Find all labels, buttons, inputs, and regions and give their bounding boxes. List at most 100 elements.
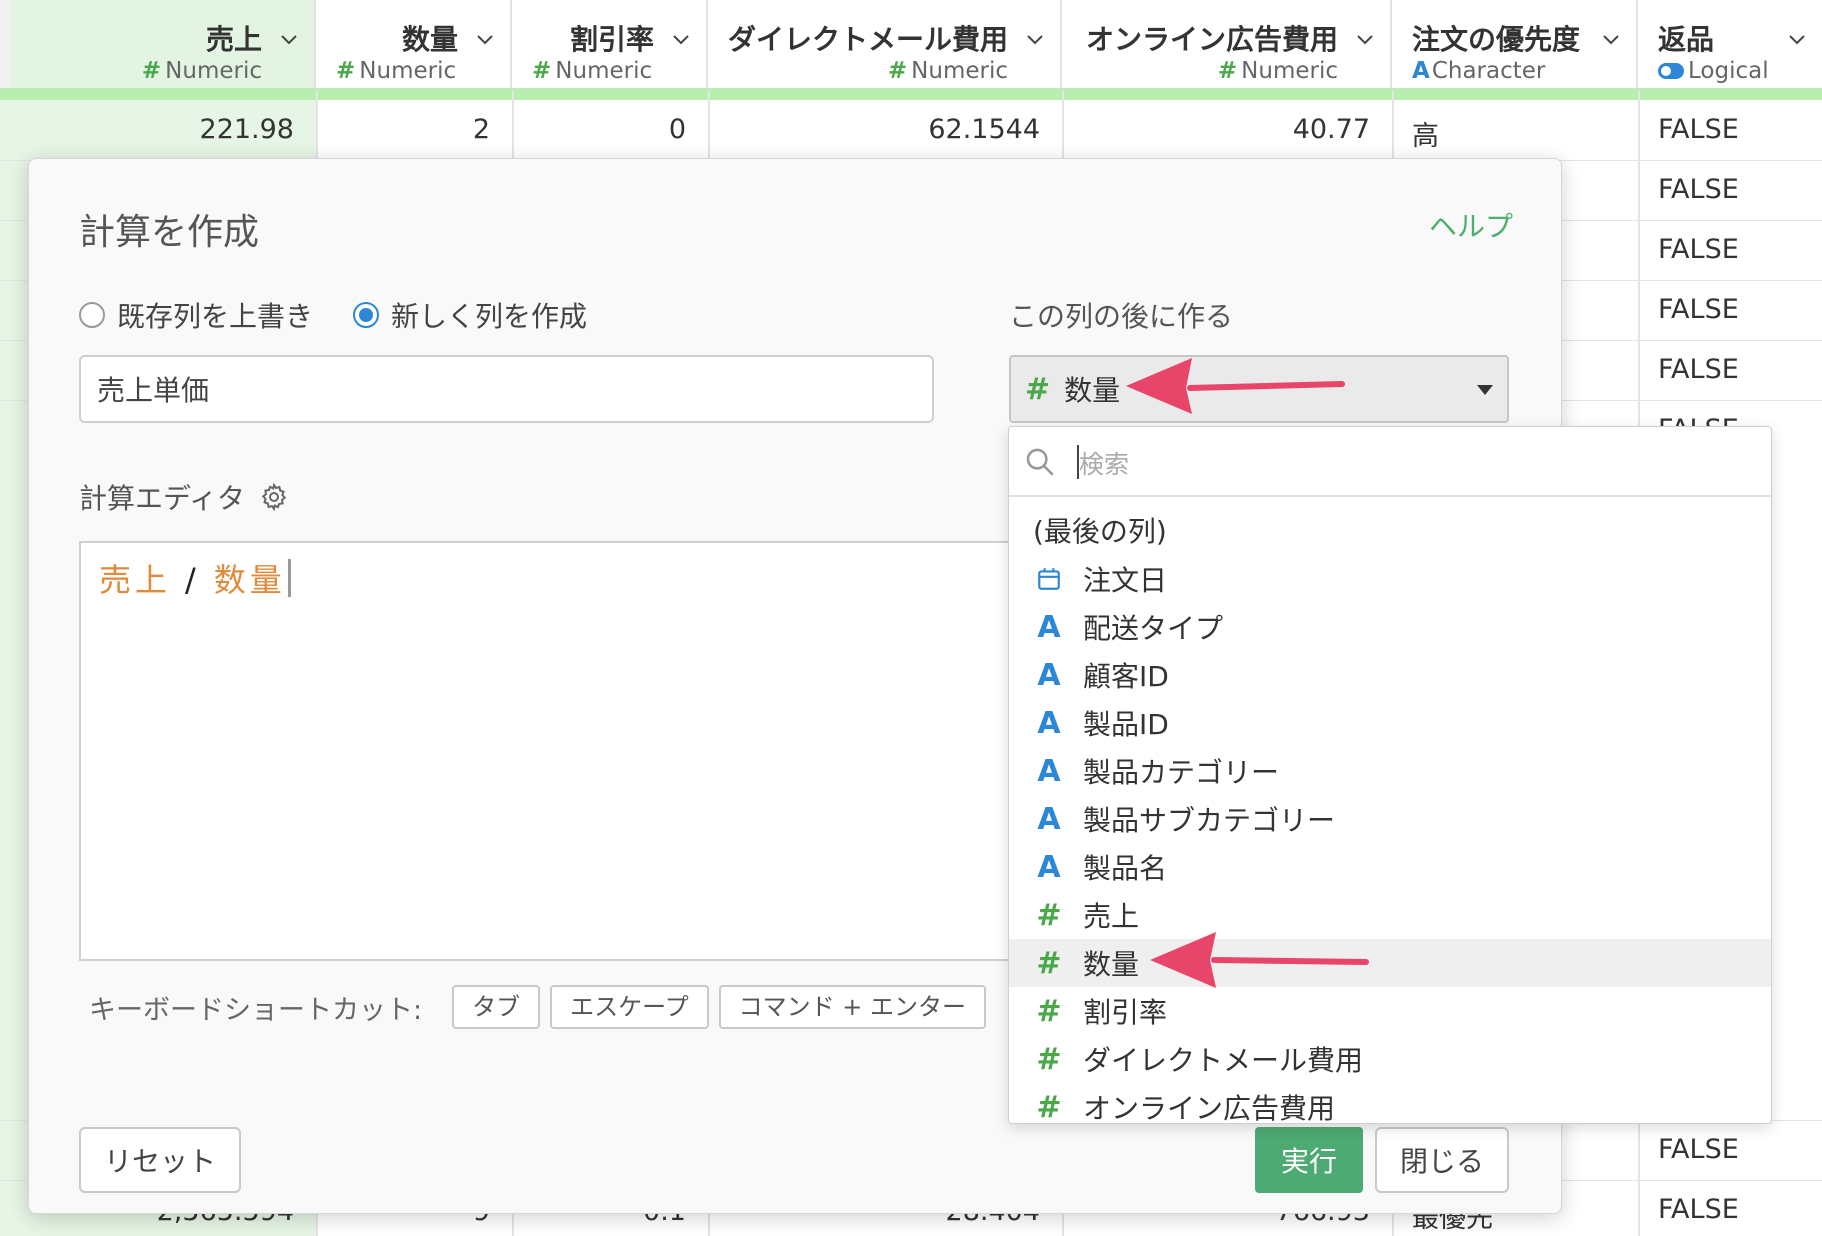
option-product-category[interactable]: A 製品カテゴリー <box>1009 747 1771 795</box>
column-option-list: (最後の列) 注文日 A 配送タイプ A 顧客ID A 製品ID A 製品カテゴ… <box>1009 505 1771 1124</box>
numeric-icon: # <box>1036 945 1062 981</box>
numeric-icon: # <box>141 58 162 84</box>
character-icon: A <box>1037 801 1061 837</box>
dropdown-caret-icon <box>1477 385 1493 395</box>
table-cell[interactable]: 0 <box>540 114 686 145</box>
character-icon: A <box>1037 657 1061 693</box>
chevron-down-icon[interactable] <box>1788 30 1806 48</box>
option-online-ad-cost[interactable]: # オンライン広告費用 <box>1009 1083 1771 1124</box>
column-name: 数量 <box>401 23 458 56</box>
table-cell[interactable]: 221.98 <box>100 114 294 145</box>
reset-button[interactable]: リセット <box>79 1127 241 1193</box>
table-cell[interactable]: 高 <box>1412 114 1439 153</box>
numeric-icon: # <box>1036 1041 1062 1077</box>
character-icon: A <box>1037 849 1061 885</box>
radio-new-column[interactable] <box>353 302 380 328</box>
chevron-down-icon[interactable] <box>672 30 690 48</box>
search-icon <box>1026 448 1054 476</box>
gear-icon[interactable] <box>259 482 289 512</box>
table-cell[interactable]: 40.77 <box>1100 114 1370 145</box>
close-button[interactable]: 閉じる <box>1375 1127 1509 1193</box>
insert-after-label: この列の後に作る <box>1009 300 1234 333</box>
column-type: # Numeric <box>1217 58 1338 84</box>
help-link[interactable]: ヘルプ <box>1429 205 1513 245</box>
option-dm-cost[interactable]: # ダイレクトメール費用 <box>1009 1035 1771 1083</box>
option-label: 製品サブカテゴリー <box>1083 804 1336 837</box>
option-last-column[interactable]: (最後の列) <box>1009 505 1771 555</box>
shortcut-label: キーボードショートカット: <box>89 994 423 1026</box>
formula-field-quantity: 数量 <box>213 561 286 599</box>
option-product-id[interactable]: A 製品ID <box>1009 699 1771 747</box>
numeric-icon: # <box>1217 58 1238 84</box>
character-icon: A <box>1037 753 1061 789</box>
formula-text: 売上 / 数量 <box>99 555 291 601</box>
option-customer-id[interactable]: A 顧客ID <box>1009 651 1771 699</box>
option-product-name[interactable]: A 製品名 <box>1009 843 1771 891</box>
option-ship-type[interactable]: A 配送タイプ <box>1009 603 1771 651</box>
chevron-down-icon[interactable] <box>476 30 494 48</box>
option-discount[interactable]: # 割引率 <box>1009 987 1771 1035</box>
radio-overwrite-label[interactable]: 既存列を上書き <box>117 295 313 335</box>
shortcut-escape: エスケープ <box>550 985 709 1029</box>
column-name: 売上 <box>205 23 262 56</box>
annotation-arrow-icon <box>1126 358 1345 414</box>
option-label: 製品ID <box>1083 708 1169 741</box>
character-icon: A <box>1037 609 1061 645</box>
option-sales[interactable]: # 売上 <box>1009 891 1771 939</box>
numeric-icon: # <box>532 58 552 84</box>
table-cell[interactable]: FALSE <box>1658 114 1739 145</box>
table-cell[interactable]: FALSE <box>1658 294 1739 325</box>
shortcut-cmd-enter: コマンド + エンター <box>718 985 987 1029</box>
run-button[interactable]: 実行 <box>1255 1127 1363 1193</box>
option-order-date[interactable]: 注文日 <box>1009 555 1771 603</box>
table-cell[interactable]: FALSE <box>1658 234 1739 265</box>
column-type: # Numeric <box>887 58 1008 84</box>
column-type: # Numeric <box>141 58 262 84</box>
chevron-down-icon[interactable] <box>1602 30 1620 48</box>
radio-new-column-label[interactable]: 新しく列を作成 <box>391 295 587 335</box>
chevron-down-icon[interactable] <box>280 30 298 48</box>
column-name: 割引率 <box>569 23 654 56</box>
table-cell[interactable]: FALSE <box>1658 354 1739 385</box>
option-label: 顧客ID <box>1083 660 1169 693</box>
column-type: ACharacter <box>1412 58 1546 84</box>
chevron-down-icon[interactable] <box>1026 30 1044 48</box>
editor-label: 計算エディタ <box>79 482 246 515</box>
numeric-icon: # <box>887 58 908 84</box>
option-quantity[interactable]: # 数量 <box>1009 939 1771 987</box>
dropdown-search[interactable]: 検索 <box>1009 427 1771 497</box>
formula-operator: / <box>185 561 200 599</box>
column-header-online-ad-cost[interactable]: オンライン広告費用 # Numeric <box>1062 0 1392 90</box>
numeric-icon: # <box>1025 371 1051 407</box>
radio-overwrite[interactable] <box>79 302 105 328</box>
new-column-name-input[interactable] <box>79 355 934 423</box>
mode-radio-group: 既存列を上書き 新しく列を作成 <box>79 295 627 335</box>
column-header-returns[interactable]: 返品 Logical <box>1638 0 1822 90</box>
table-cell[interactable]: 62.1544 <box>760 114 1040 145</box>
shortcut-tab: タブ <box>452 985 541 1029</box>
table-cell[interactable]: FALSE <box>1658 174 1739 205</box>
chevron-down-icon[interactable] <box>1356 30 1374 48</box>
column-header-quantity[interactable]: 数量 # Numeric <box>316 0 512 90</box>
column-name: ダイレクトメール費用 <box>727 23 1008 56</box>
header-quality-bar <box>0 88 1822 100</box>
column-name: オンライン広告費用 <box>1085 23 1338 56</box>
option-label: 配送タイプ <box>1083 612 1224 645</box>
table-cell[interactable]: FALSE <box>1658 1194 1739 1225</box>
logical-icon <box>1658 63 1684 79</box>
column-header-discount[interactable]: 割引率 # Numeric <box>512 0 708 90</box>
column-type: # Numeric <box>532 58 653 84</box>
option-label: 注文日 <box>1083 564 1168 597</box>
numeric-icon: # <box>336 58 356 84</box>
character-icon: A <box>1037 705 1061 741</box>
keyboard-shortcuts: キーボードショートカット: タブ エスケープ コマンド + エンター <box>89 985 987 1029</box>
table-cell[interactable]: 2 <box>340 114 490 145</box>
column-header-sales[interactable]: 売上 # Numeric <box>10 0 316 90</box>
search-placeholder: 検索 <box>1079 450 1130 479</box>
column-header-priority[interactable]: 注文の優先度 ACharacter <box>1392 0 1638 90</box>
table-cell[interactable]: FALSE <box>1658 1134 1739 1165</box>
option-label: 売上 <box>1083 900 1140 933</box>
column-header-dm-cost[interactable]: ダイレクトメール費用 # Numeric <box>708 0 1062 90</box>
text-cursor <box>287 559 291 597</box>
option-product-subcategory[interactable]: A 製品サブカテゴリー <box>1009 795 1771 843</box>
